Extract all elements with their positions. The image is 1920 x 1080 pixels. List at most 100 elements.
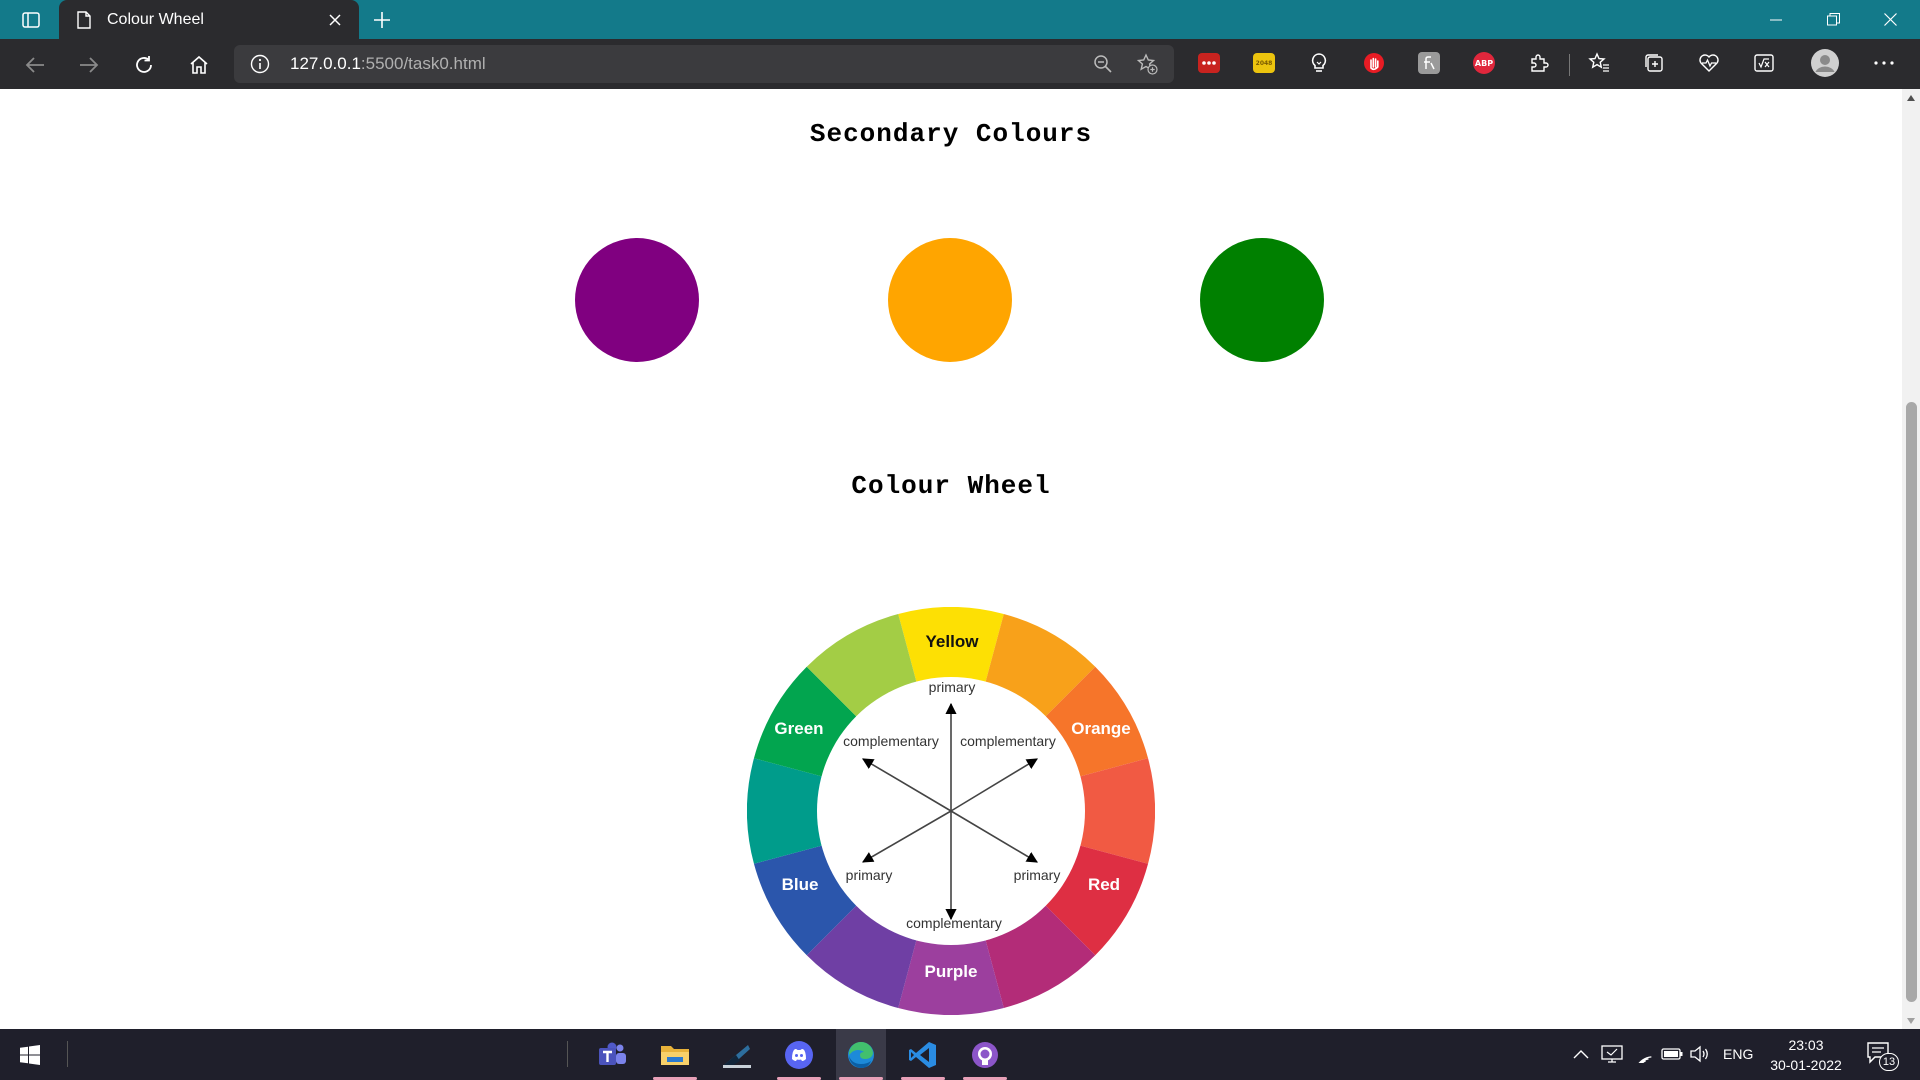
- scroll-up-arrow-icon: [1907, 94, 1915, 101]
- refresh-button[interactable]: [127, 48, 161, 82]
- puzzle-icon: [1531, 54, 1549, 72]
- collections-icon: [1645, 54, 1663, 72]
- complementary-label-bottom: complementary: [906, 915, 1002, 931]
- lastpass-icon[interactable]: [1198, 53, 1220, 73]
- arrow-left-icon: [25, 57, 44, 73]
- green-label: Green: [774, 719, 823, 738]
- refresh-icon: [136, 56, 152, 73]
- minimize-button[interactable]: [1748, 0, 1804, 39]
- url-path: :5500/task0.html: [360, 54, 486, 73]
- profile-avatar[interactable]: [1811, 49, 1839, 77]
- complementary-label-right: complementary: [960, 733, 1056, 749]
- url-text[interactable]: 127.0.0.1:5500/task0.html: [290, 54, 486, 74]
- app-icon[interactable]: [712, 1029, 762, 1080]
- colour-wheel-image: primary complementary complementary prim…: [747, 607, 1155, 1015]
- battery-icon[interactable]: [1660, 1042, 1684, 1066]
- tab-actions-icon: [22, 12, 40, 28]
- math-solver-icon: [1754, 54, 1774, 72]
- favorites-button[interactable]: [1588, 52, 1610, 74]
- display-icon[interactable]: [1600, 1042, 1624, 1066]
- tab-actions-button[interactable]: [14, 6, 48, 34]
- arrow-right-icon: [80, 57, 99, 73]
- primary-label-top: primary: [929, 679, 976, 695]
- avatar-icon: [1815, 55, 1835, 72]
- yellow-label: Yellow: [926, 632, 980, 651]
- close-icon: [1883, 13, 1897, 26]
- lightbulb-icon[interactable]: [1308, 52, 1330, 74]
- clock[interactable]: 23:03 30-01-2022: [1760, 1035, 1852, 1075]
- notification-count-badge: 13: [1879, 1053, 1899, 1071]
- close-tab-button[interactable]: [321, 6, 349, 34]
- zoom-out-icon: [1094, 55, 1112, 73]
- green-circle: [1200, 238, 1324, 362]
- chevron-up-icon: [1573, 1050, 1589, 1059]
- toolbar-separator: [1569, 54, 1570, 76]
- home-button[interactable]: [182, 48, 216, 82]
- vertical-scrollbar[interactable]: [1902, 89, 1920, 1029]
- clock-time: 23:03: [1788, 1037, 1824, 1053]
- edge-icon[interactable]: [836, 1029, 886, 1080]
- math-solver-button[interactable]: [1753, 52, 1775, 74]
- scroll-down-arrow-icon: [1907, 1017, 1915, 1024]
- tt2048-icon[interactable]: 2048: [1253, 53, 1275, 73]
- address-bar[interactable]: 127.0.0.1:5500/task0.html: [234, 45, 1174, 83]
- windows-taskbar: ENG 23:03 30-01-2022 13: [0, 1029, 1920, 1080]
- title-bar: Colour Wheel: [0, 0, 1920, 39]
- plus-icon: [374, 12, 390, 28]
- taskbar-divider: [567, 1041, 568, 1067]
- start-button[interactable]: [10, 1039, 50, 1071]
- clock-date: 30-01-2022: [1770, 1057, 1842, 1073]
- hand-icon[interactable]: [1363, 52, 1385, 74]
- file-explorer-icon[interactable]: [650, 1029, 700, 1080]
- tab-title: Colour Wheel: [107, 10, 204, 28]
- restore-icon: [1826, 13, 1840, 26]
- zoom-button[interactable]: [1089, 50, 1117, 78]
- language-indicator[interactable]: ENG: [1723, 1046, 1753, 1062]
- collections-button[interactable]: [1643, 52, 1665, 74]
- extensions-button[interactable]: [1528, 52, 1550, 74]
- add-favorite-button[interactable]: [1133, 50, 1161, 78]
- back-button[interactable]: [18, 48, 52, 82]
- new-tab-button[interactable]: [368, 6, 396, 34]
- red-label: Red: [1088, 875, 1120, 894]
- page-content: Secondary Colours Colour Wheel primary c…: [0, 89, 1902, 1029]
- orange-label: Orange: [1071, 719, 1131, 738]
- adblock-plus-icon[interactable]: ABP: [1473, 52, 1495, 74]
- scroll-down-button[interactable]: [1902, 1012, 1920, 1029]
- complementary-label-left: complementary: [843, 733, 939, 749]
- primary-label-left: primary: [846, 867, 893, 883]
- wifi-icon[interactable]: [1632, 1042, 1656, 1066]
- teams-icon[interactable]: [588, 1029, 638, 1080]
- discord-icon[interactable]: [774, 1029, 824, 1080]
- github-desktop-icon[interactable]: [960, 1029, 1010, 1080]
- more-icon: [1874, 61, 1894, 65]
- purple-circle: [575, 238, 699, 362]
- info-icon[interactable]: [250, 54, 270, 74]
- scroll-up-button[interactable]: [1902, 89, 1920, 106]
- browser-toolbar: 127.0.0.1:5500/task0.html 2048 ABP: [0, 39, 1920, 89]
- vscode-icon[interactable]: [898, 1029, 948, 1080]
- restore-button[interactable]: [1805, 0, 1861, 39]
- grammar-icon[interactable]: [1418, 52, 1440, 74]
- secondary-colours-heading: Secondary Colours: [809, 119, 1093, 149]
- volume-icon[interactable]: [1688, 1042, 1712, 1066]
- home-icon: [190, 55, 208, 74]
- windows-logo-icon: [20, 1045, 40, 1065]
- more-menu-button[interactable]: [1873, 52, 1895, 74]
- close-icon: [329, 13, 341, 26]
- favorites-icon: [1588, 52, 1609, 72]
- primary-label-right: primary: [1014, 867, 1061, 883]
- url-host: 127.0.0.1: [290, 54, 361, 73]
- heartbeat-icon: [1699, 54, 1719, 72]
- scroll-thumb[interactable]: [1906, 402, 1917, 1002]
- page-icon: [75, 9, 93, 31]
- performance-button[interactable]: [1698, 52, 1720, 74]
- show-hidden-icons-button[interactable]: [1569, 1042, 1593, 1066]
- star-plus-icon: [1136, 53, 1158, 75]
- browser-tab[interactable]: Colour Wheel: [59, 0, 359, 39]
- orange-circle: [888, 238, 1012, 362]
- colour-wheel-heading: Colour Wheel: [851, 471, 1051, 501]
- forward-button[interactable]: [72, 48, 106, 82]
- close-window-button[interactable]: [1862, 0, 1918, 39]
- blue-label: Blue: [782, 875, 819, 894]
